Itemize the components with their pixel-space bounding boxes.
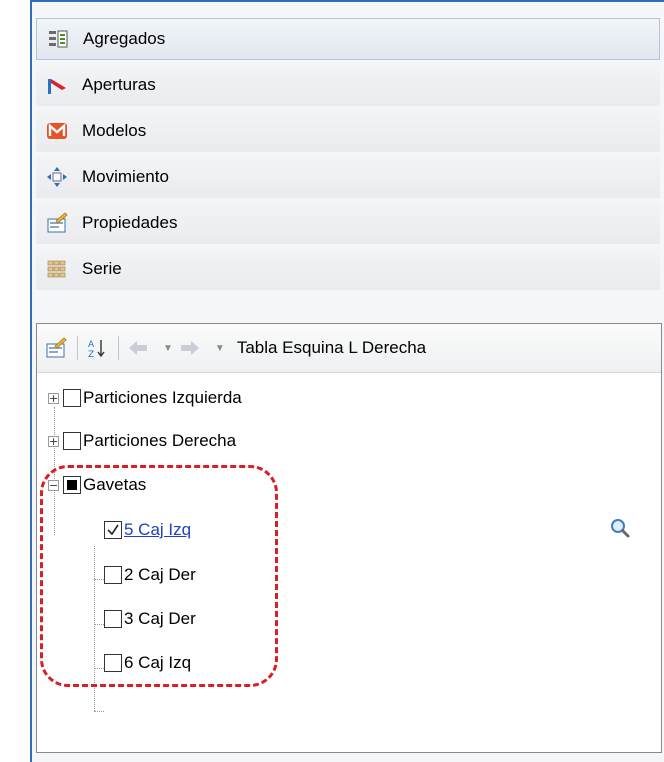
properties-icon [46,212,68,234]
chevron-down-icon[interactable]: ▼ [163,343,173,354]
node-label: Particiones Izquierda [83,388,242,407]
svg-text:A: A [88,340,95,350]
tree-node-particiones-derecha[interactable]: + Particiones Derecha [48,429,236,453]
nav-item-agregados[interactable]: Agregados [36,18,660,60]
node-checkbox[interactable] [63,389,81,407]
nav-label: Movimiento [82,167,169,186]
move-icon [46,166,68,188]
back-arrow-icon[interactable] [127,337,149,359]
annotation-highlight [40,465,278,687]
expand-toggle[interactable]: + [48,435,59,447]
properties-icon[interactable] [45,337,67,359]
nav-list: Agregados Aperturas Modelos Movimiento P… [36,18,660,294]
tree-connector [94,711,104,712]
tree-toolbar: A Z ▼ ▼ Tabla Esquina L Derecha [37,324,661,373]
tree-title: Tabla Esquina L Derecha [236,338,427,357]
forward-arrow-icon[interactable] [179,337,201,359]
svg-text:Z: Z [88,350,94,359]
search-icon[interactable] [609,517,631,539]
opening-icon [46,74,68,96]
nav-item-aperturas[interactable]: Aperturas [36,64,660,106]
nav-item-propiedades[interactable]: Propiedades [36,202,660,244]
list-icon [47,28,69,50]
model-icon [46,120,68,142]
nav-label: Propiedades [82,213,178,232]
nav-label: Serie [82,259,122,278]
sort-az-icon[interactable]: A Z [86,337,108,360]
nav-item-serie[interactable]: Serie [36,248,660,290]
nav-item-modelos[interactable]: Modelos [36,110,660,152]
node-checkbox[interactable] [63,432,81,450]
toolbar-separator [77,336,78,360]
expand-toggle[interactable]: + [48,392,59,404]
tree-node-particiones-izquierda[interactable]: + Particiones Izquierda [48,386,242,410]
grid-icon [46,258,68,280]
nav-label: Modelos [82,121,147,140]
node-label: Particiones Derecha [83,431,237,450]
nav-item-movimiento[interactable]: Movimiento [36,156,660,198]
toolbar-separator [118,336,119,360]
nav-label: Agregados [83,29,166,48]
chevron-down-icon[interactable]: ▼ [215,343,225,354]
nav-label: Aperturas [82,75,156,94]
